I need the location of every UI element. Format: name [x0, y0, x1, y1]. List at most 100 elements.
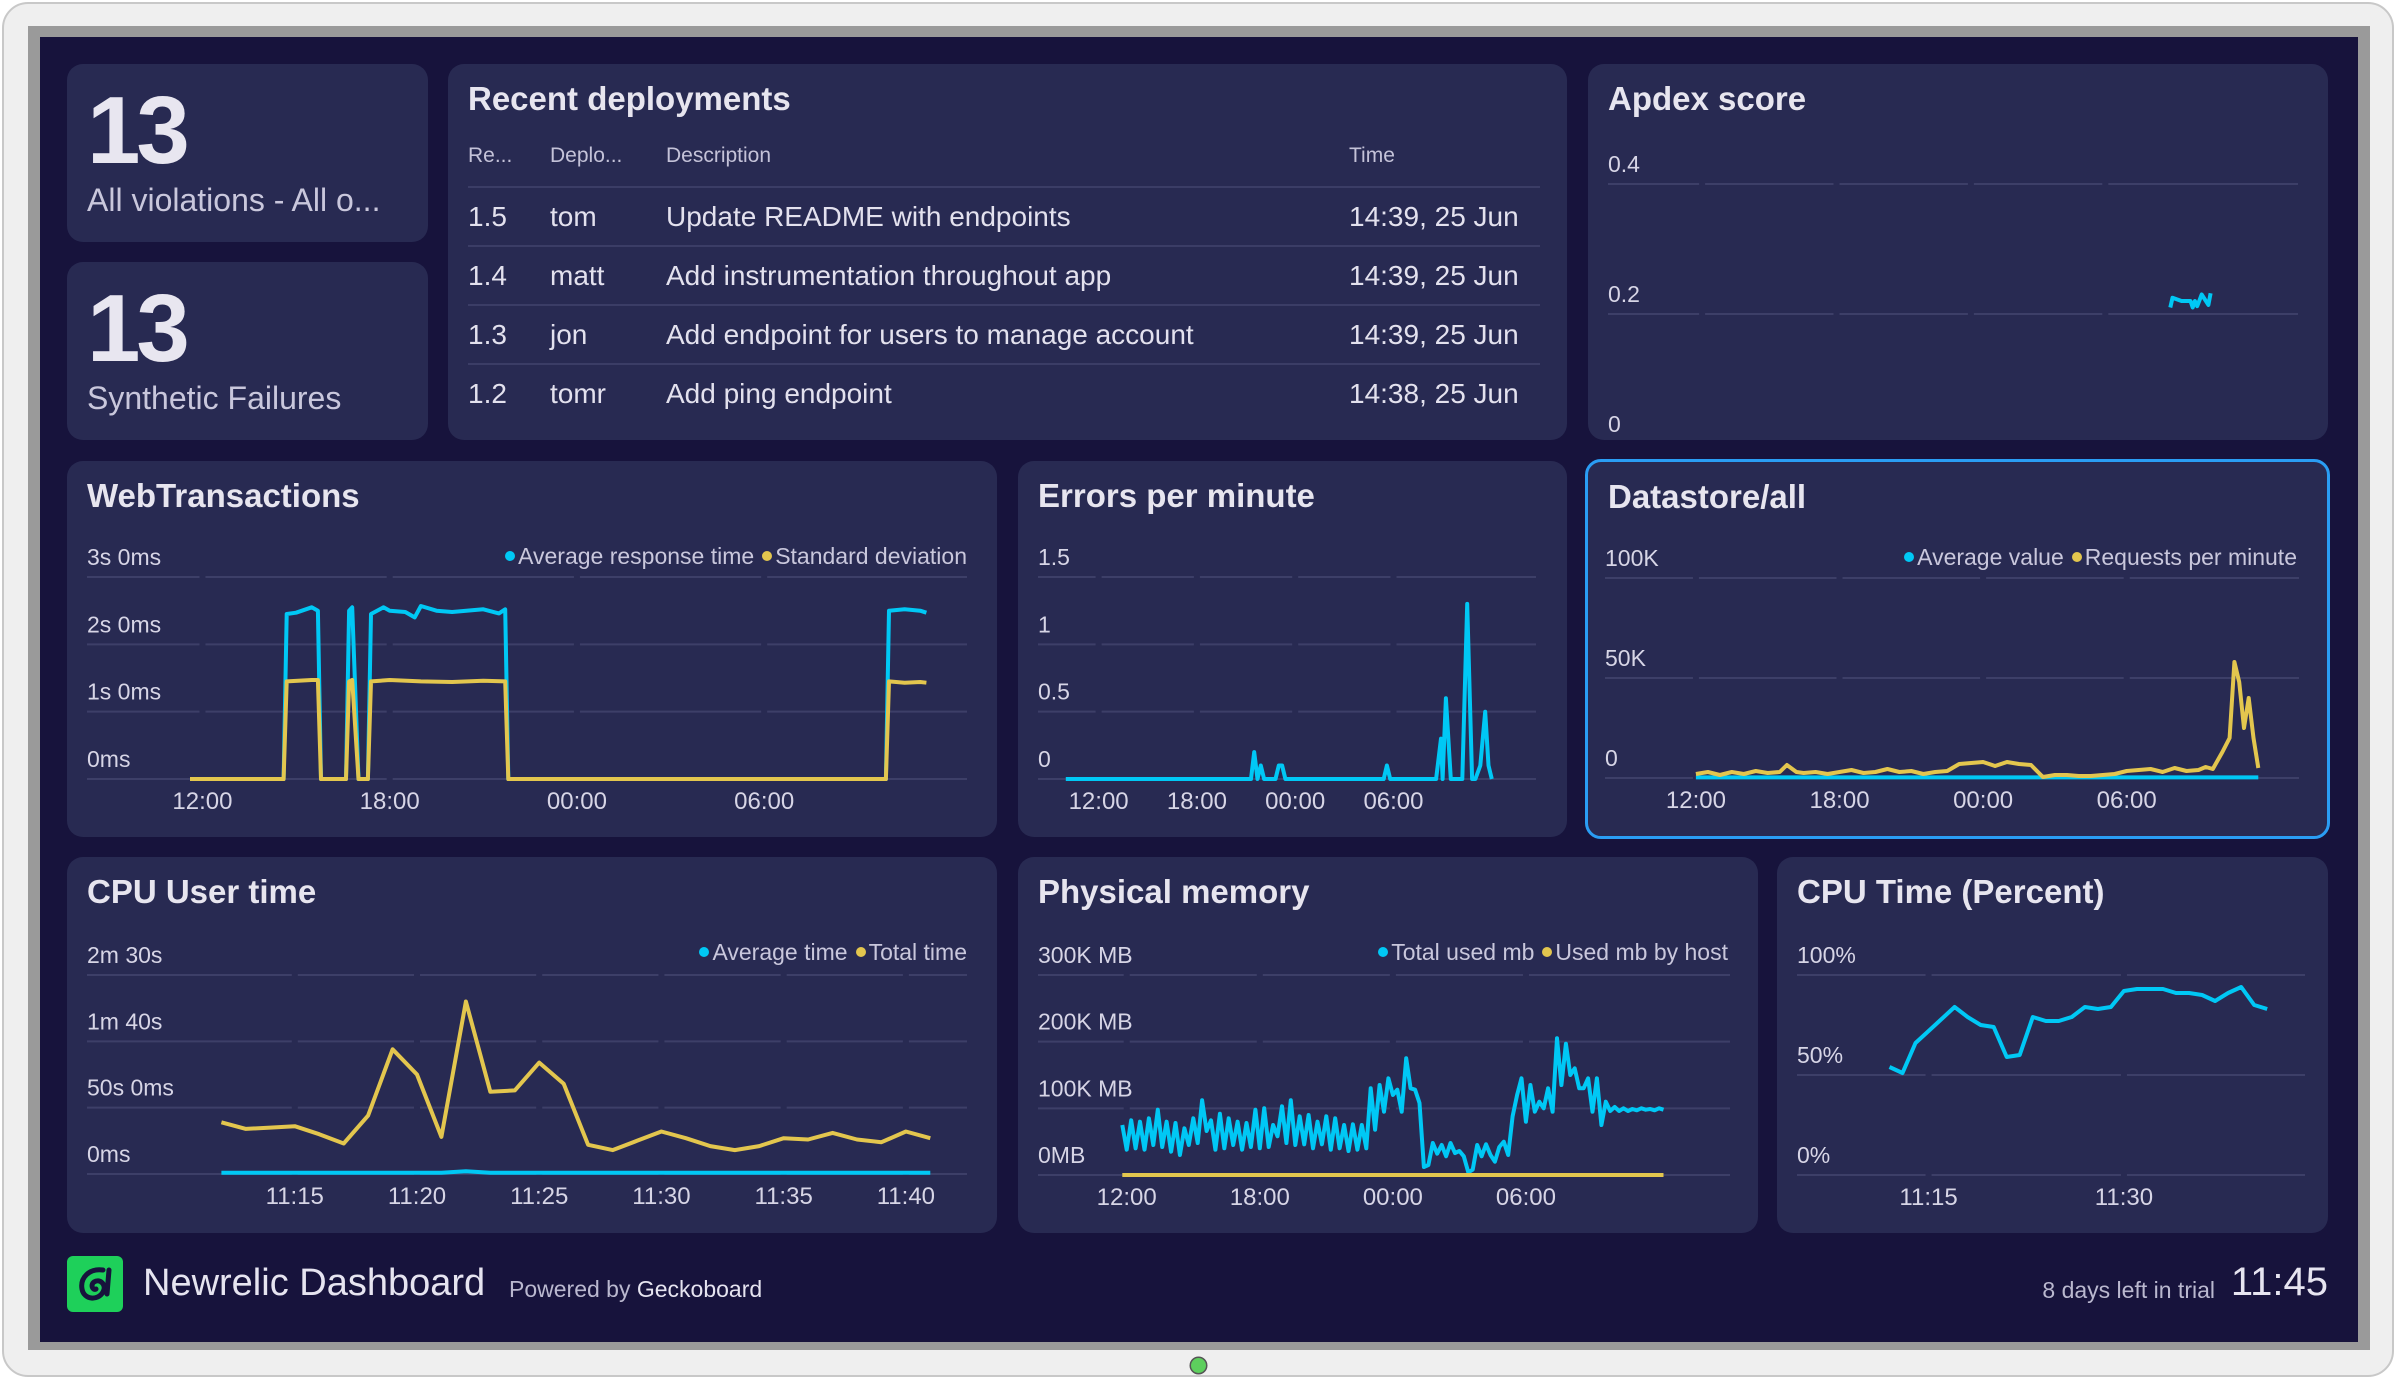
widget-physical-memory[interactable]: Physical memory 0MB 100K MB 200K MB 300K MB… [1018, 857, 1758, 1233]
powered-by-prefix: Powered by [509, 1276, 637, 1302]
column-header-description[interactable]: Description [666, 144, 1349, 188]
cell-time: 14:39, 25 Jun [1349, 187, 1540, 247]
widget-synthetic-failures[interactable]: 13 Synthetic Failures [67, 262, 428, 440]
legend-dot-icon [1542, 947, 1553, 958]
x-tick-label: 11:25 [510, 1183, 568, 1210]
legend-label: Used mb by host [1555, 939, 1728, 965]
cell-revision: 1.3 [468, 305, 550, 365]
chart-plot: 0ms 1s 0ms 2s 0ms 3s 0ms 12:00 18:00 00:00 06:0… [87, 544, 967, 815]
cell-description: Update README with endpoints [666, 187, 1349, 247]
grid-break [1292, 575, 1299, 781]
cell-time: 14:39, 25 Jun [1349, 246, 1540, 306]
widget-all-violations[interactable]: 13 All violations - All o... [67, 64, 428, 242]
x-tick-label: 11:35 [755, 1183, 813, 1210]
x-tick-label: 12:00 [172, 788, 232, 815]
powered-by[interactable]: Powered by Geckoboard [509, 1276, 762, 1303]
violations-count: 13 [87, 77, 190, 184]
grid-break [1925, 973, 1932, 1177]
y-tick-label: 50s 0ms [87, 1075, 174, 1101]
trial-status[interactable]: 8 days left in trial [2042, 1277, 2215, 1304]
grid-break [658, 973, 665, 1176]
grid-break [2102, 182, 2109, 316]
legend-label: Requests per minute [2084, 544, 2297, 570]
legend-label: Average time [712, 939, 848, 965]
widget-recent-deployments[interactable]: Recent deployments Re... Deplo... Descri… [448, 64, 1567, 440]
x-tick-label: 18:00 [1809, 787, 1869, 814]
legend-dot-icon [762, 551, 773, 562]
grid-break [1833, 182, 1840, 316]
grid-break [2120, 973, 2127, 1177]
grid-break [1522, 973, 1529, 1177]
x-tick-label: 00:00 [1265, 788, 1325, 815]
widget-datastore-all[interactable]: Datastore/all 0 50K 100K 12:00 18:00 00:00 06:… [1585, 459, 2330, 839]
y-tick-label: 0MB [1038, 1142, 1085, 1168]
column-header-revision[interactable]: Re... [468, 144, 550, 188]
clock: 11:45 [2230, 1260, 2328, 1304]
grid-break [1692, 576, 1699, 780]
series-line-average-time [221, 1169, 931, 1175]
widget-cpu-time-percent[interactable]: CPU Time (Percent) 0% 50% 100% 11:15 11:30 [1777, 857, 2328, 1233]
cell-deployer: tomr [550, 377, 606, 409]
synthetic-failures-count: 13 [87, 275, 190, 382]
x-tick-label: 11:15 [1899, 1184, 1957, 1211]
cell-description: Add ping endpoint [666, 377, 892, 409]
y-tick-label: 2s 0ms [87, 611, 161, 637]
grid-break [536, 973, 543, 1176]
x-tick-label: 06:00 [2097, 787, 2157, 814]
grid-break [1193, 575, 1200, 781]
grid-break [761, 575, 768, 781]
cell-deployer: jon [550, 305, 666, 365]
legend-label: Standard deviation [775, 543, 967, 569]
chart-plot: 0ms 50s 0ms 1m 40s 2m 30s 11:15 11:20 11:25 11:… [87, 942, 967, 1210]
x-tick-label: 00:00 [1363, 1184, 1423, 1211]
x-tick-label: 18:00 [1167, 788, 1227, 815]
x-tick-label: 11:20 [388, 1183, 446, 1210]
x-tick-label: 18:00 [360, 788, 420, 815]
widget-apdex-score[interactable]: Apdex score 00.20.400:0003:0006:0009:00 [1588, 64, 2328, 440]
column-header-time[interactable]: Time [1349, 144, 1540, 188]
legend-label: Average value [1917, 544, 2064, 570]
chart-plot: 00.20.400:0003:0006:0009:00 [1608, 151, 2298, 437]
grid-break [1390, 575, 1397, 781]
series-line-apdex [2168, 292, 2213, 310]
grid-break [199, 575, 206, 781]
widget-cpu-user-time[interactable]: CPU User time 0ms 50s 0ms 1m 40s 2m 30s 11:1… [67, 857, 997, 1233]
x-tick-label: 12:00 [1069, 788, 1129, 815]
x-tick-label: 06:00 [1496, 1184, 1556, 1211]
chart-plot: 0 0.5 1 1.5 12:00 18:00 00:00 06:00 [1038, 544, 1536, 815]
y-tick-label: 0ms [87, 1141, 130, 1167]
cell-revision: 1.4 [468, 246, 550, 306]
table-row: 1.4 matt Add instrumentation throughout … [468, 246, 1540, 306]
grid-break [2123, 576, 2130, 780]
legend-dot-icon [699, 947, 710, 958]
grid-break [1836, 576, 1843, 780]
series-line-standard-deviation [190, 678, 927, 781]
y-tick-label: 1.5 [1038, 544, 1070, 570]
geckoboard-logo-icon [67, 1256, 123, 1312]
y-tick-label: 1m 40s [87, 1008, 162, 1034]
synthetic-failures-label: Synthetic Failures [87, 380, 342, 416]
legend-dot-icon [1904, 552, 1915, 563]
chart-legend: Total used mb Used mb by host [1370, 939, 1728, 966]
x-tick-label: 18:00 [1230, 1184, 1290, 1211]
grid-break [1980, 576, 1987, 780]
cell-revision: 1.2 [468, 377, 507, 409]
column-header-deployer[interactable]: Deplo... [550, 144, 666, 188]
chart-plot: 0MB 100K MB 200K MB 300K MB 12:00 18:00 00:00 0… [1038, 942, 1730, 1211]
deployments-table: Re... Deplo... Description Time 1.5 tom … [468, 144, 1540, 422]
powered-by-brand: Geckoboard [636, 1276, 763, 1302]
grid-break [1389, 973, 1396, 1177]
legend-label: Average response time [518, 543, 755, 569]
y-tick-label: 2m 30s [87, 942, 162, 968]
chart-legend: Average value Requests per minute [1896, 544, 2297, 571]
y-tick-label: 50% [1797, 1042, 1843, 1068]
cell-time: 14:38, 25 Jun [1349, 377, 1519, 409]
y-tick-label: 50K [1605, 645, 1647, 671]
cell-time: 14:39, 25 Jun [1349, 305, 1540, 365]
grid-break [1967, 182, 1974, 316]
widget-webtransactions[interactable]: WebTransactions 0ms 1s 0ms 2s 0ms 3s 0ms 12:… [67, 461, 997, 837]
x-tick-label: 00:00 [1953, 787, 2013, 814]
y-tick-label: 0 [1605, 745, 1618, 771]
grid-break [1095, 575, 1102, 781]
widget-errors-per-minute[interactable]: Errors per minute 0 0.5 1 1.5 12:00 18:00 00:0… [1018, 461, 1567, 837]
